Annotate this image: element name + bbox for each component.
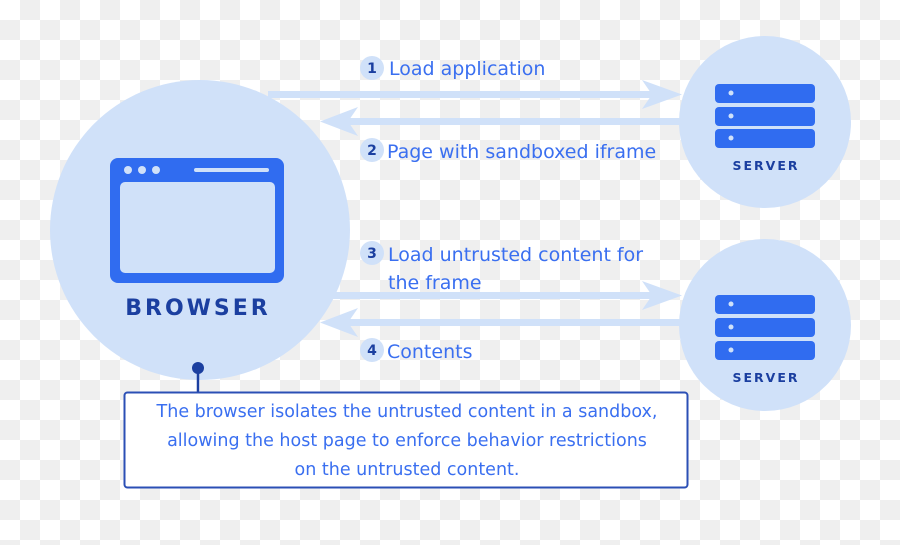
step-4: 4 Contents <box>360 338 472 363</box>
step-3: 3 Load untrusted content for the frame <box>360 241 643 294</box>
sandbox-diagram: BROWSER SERVER SERVER 1 Load application… <box>50 36 851 489</box>
svg-text:Load application: Load application <box>389 58 545 80</box>
svg-text:2: 2 <box>367 143 377 159</box>
svg-text:4: 4 <box>367 343 377 359</box>
server-label-1: SERVER <box>732 158 799 173</box>
server-icon <box>715 295 815 360</box>
browser-label: BROWSER <box>125 296 271 321</box>
svg-text:1: 1 <box>367 61 377 77</box>
callout-note: The browser isolates the untrusted conte… <box>123 362 689 489</box>
svg-text:Load untrusted content for: Load untrusted content for <box>388 244 643 266</box>
arrow-left-2 <box>320 107 688 136</box>
svg-text:The browser isolates the untru: The browser isolates the untrusted conte… <box>156 402 658 422</box>
svg-text:on the untrusted content.: on the untrusted content. <box>295 460 520 480</box>
svg-text:Contents: Contents <box>387 341 472 363</box>
arrow-right-3 <box>330 281 682 310</box>
browser-window-icon <box>110 158 284 283</box>
svg-text:Page with sandboxed iframe: Page with sandboxed iframe <box>387 141 656 163</box>
arrow-right-1 <box>268 80 682 109</box>
svg-text:3: 3 <box>367 246 377 262</box>
step-2: 2 Page with sandboxed iframe <box>360 138 656 163</box>
arrow-left-4 <box>320 308 688 337</box>
svg-text:allowing the host page to enfo: allowing the host page to enforce behavi… <box>167 431 647 451</box>
step-1: 1 Load application <box>360 56 545 80</box>
svg-text:the frame: the frame <box>388 272 482 294</box>
server-icon <box>715 84 815 148</box>
callout-dot <box>192 362 204 374</box>
server-label-2: SERVER <box>732 370 799 385</box>
